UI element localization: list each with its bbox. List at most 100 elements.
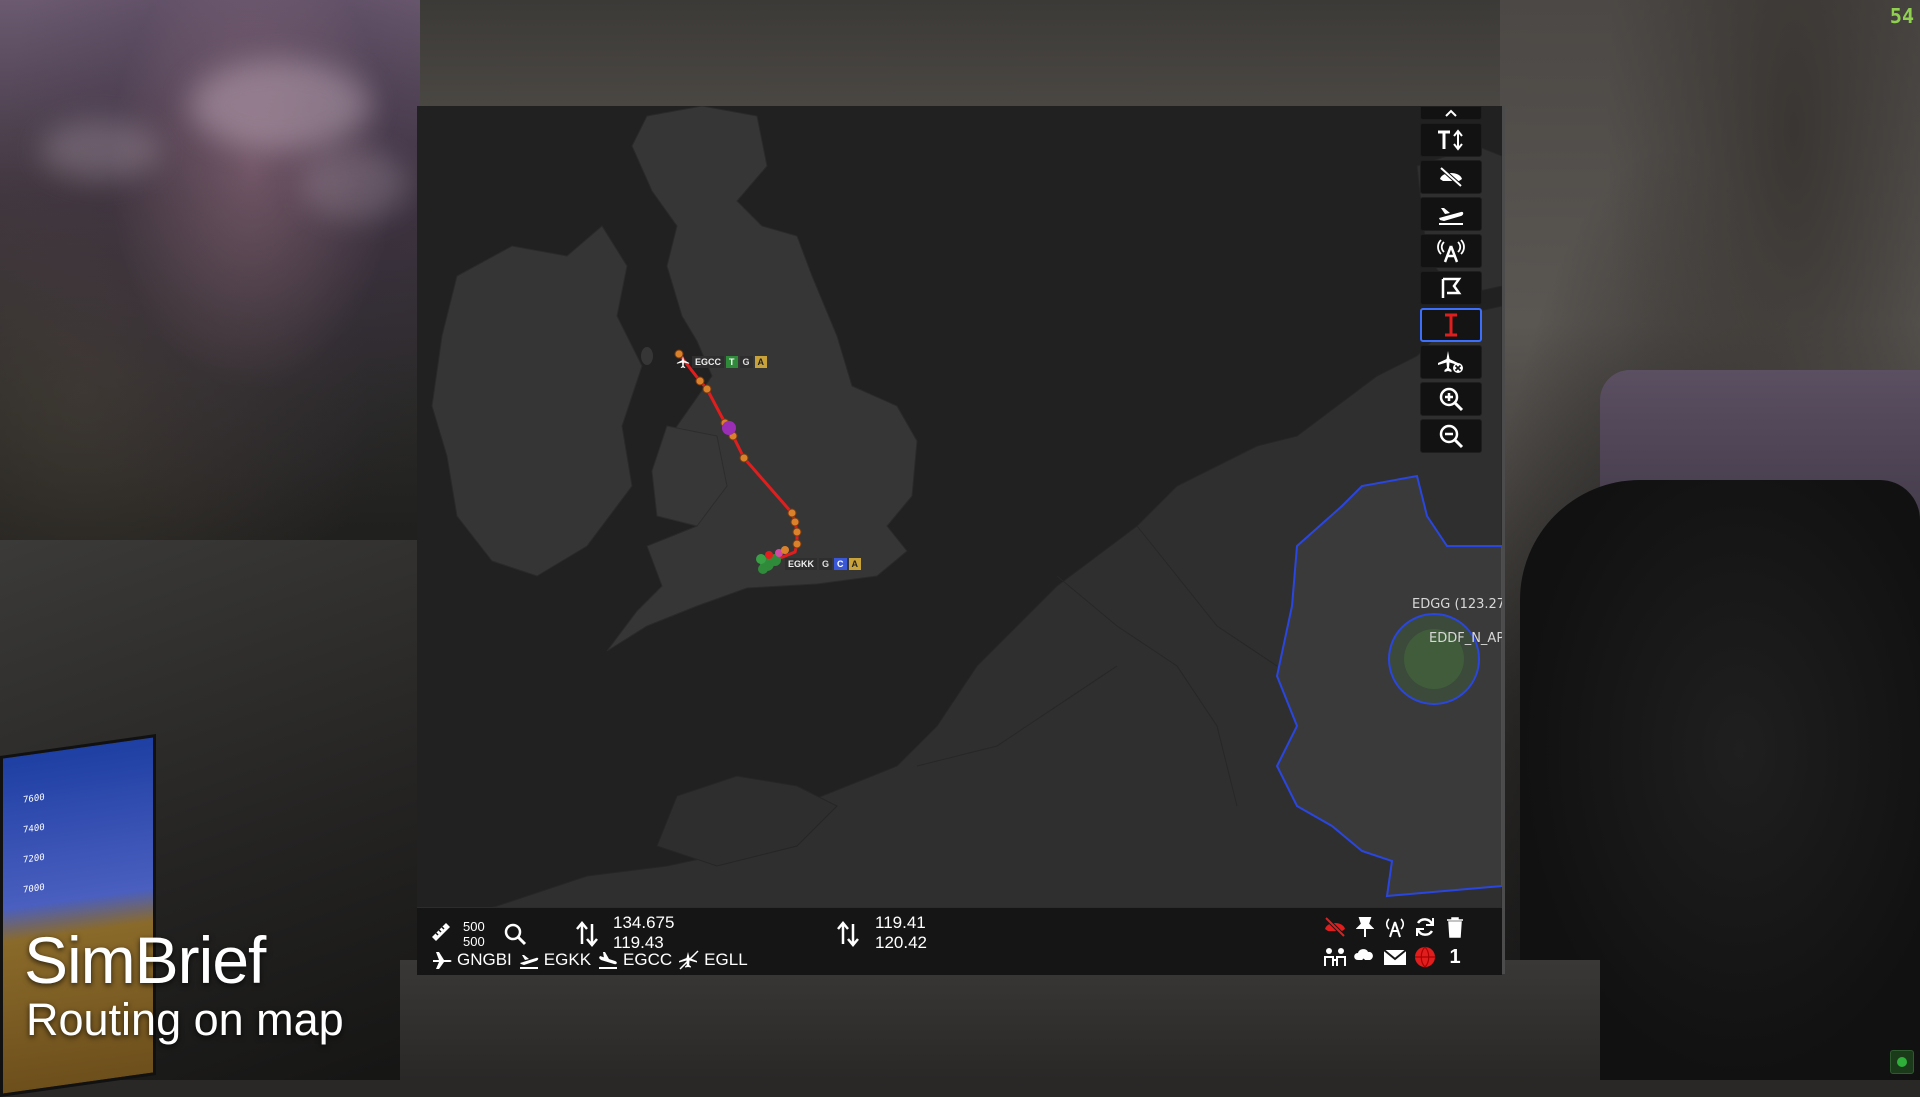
fir-label-edgg[interactable]: EDGG (123.27	[1412, 597, 1502, 612]
cloud	[300, 150, 410, 220]
range-bottom-value: 500	[463, 934, 485, 949]
airport-code: EGKK	[785, 558, 818, 570]
collapse-toolbar-button[interactable]	[1420, 106, 1482, 120]
text-cursor-tool-button[interactable]	[1420, 308, 1482, 342]
waypoint-marker	[790, 517, 800, 527]
text-cursor-icon	[1445, 313, 1457, 337]
fps-counter: 54	[1889, 4, 1914, 28]
com1-frequencies: 134.675 119.43	[613, 913, 674, 953]
users-icon	[1324, 948, 1346, 966]
globe-icon	[1415, 946, 1435, 968]
land-isle-of-man	[641, 347, 653, 365]
zoom-in-button[interactable]	[1420, 382, 1482, 416]
ruler-icon	[432, 923, 450, 941]
atc-tower-icon	[1385, 918, 1405, 938]
ground-badge: G	[739, 356, 753, 368]
atis-badge: A	[754, 356, 768, 368]
departure-airport-tag[interactable]: EGCC T G A	[676, 355, 768, 369]
status-indicator	[1890, 1050, 1914, 1074]
alternate-airport: EGLL	[704, 950, 748, 969]
callsign: GNGBI	[457, 950, 512, 969]
weather-button[interactable]	[1352, 946, 1378, 968]
callsign-segment[interactable]: GNGBI	[431, 950, 512, 970]
com2-active-frequency: 119.41	[875, 913, 926, 932]
refresh-button[interactable]	[1412, 916, 1438, 938]
map-canvas[interactable]	[417, 106, 1502, 974]
network-status[interactable]	[1412, 946, 1438, 968]
users-button[interactable]	[1322, 946, 1348, 968]
land-ireland	[431, 225, 643, 577]
status-action-icons: 1	[1322, 916, 1472, 968]
origin-segment[interactable]: EGKK	[518, 950, 591, 970]
waypoint-marker	[792, 527, 802, 537]
flight-route-summary: GNGBI EGKK EGCC EGLL	[431, 950, 748, 970]
ruler-tool[interactable]	[429, 920, 453, 944]
com1-active-frequency: 134.675	[613, 913, 675, 932]
plane-remove-icon	[1438, 351, 1463, 373]
messages-button[interactable]	[1382, 946, 1408, 968]
plane-arrival-icon	[599, 952, 618, 969]
plane-icon	[433, 952, 452, 969]
plane-departure-icon	[519, 955, 539, 969]
envelope-icon	[1383, 949, 1407, 965]
destination-airport: EGCC	[623, 950, 673, 969]
text-size-icon	[1438, 129, 1463, 151]
waypoint-marker	[792, 539, 802, 549]
tower-badge: T	[726, 356, 738, 368]
airport-code: EGCC	[692, 356, 725, 368]
waypoint-marker	[739, 453, 749, 463]
trash-icon	[1447, 917, 1463, 938]
pin-icon	[1356, 917, 1374, 937]
cloud	[190, 60, 370, 150]
zoom-out-button[interactable]	[1420, 419, 1482, 453]
search-icon	[504, 923, 527, 946]
zoom-in-icon	[1439, 387, 1464, 412]
ground-badge: G	[819, 558, 833, 570]
delete-button[interactable]	[1442, 916, 1468, 938]
swap-vertical-icon	[837, 921, 859, 947]
text-size-button[interactable]	[1420, 123, 1482, 157]
destination-segment[interactable]: EGCC	[597, 950, 672, 970]
origin-airport: EGKK	[543, 950, 592, 969]
plane-departure-icon	[1439, 208, 1464, 225]
search-button[interactable]	[503, 922, 527, 946]
traffic-off-icon	[1324, 916, 1346, 938]
com1-swap-button[interactable]	[574, 920, 600, 948]
map-status-bar: 500 500 134.675 119.43 119.41 120.42 GNG…	[417, 907, 1502, 975]
route-flag-icon	[1441, 277, 1462, 298]
swap-vertical-icon	[576, 921, 598, 947]
aircraft-position-marker	[722, 421, 736, 435]
atis-badge: A	[848, 558, 862, 570]
traffic-toggle-button[interactable]	[1322, 916, 1348, 938]
cloud-lightning-icon	[1354, 949, 1373, 968]
instrument-panel-edge	[400, 960, 1600, 1080]
caption-subtitle: Routing on map	[26, 994, 344, 1045]
map-toolbar	[1416, 106, 1486, 453]
alternate-segment[interactable]: EGLL	[678, 950, 748, 970]
refresh-icon	[1416, 918, 1434, 936]
com2-swap-button[interactable]	[835, 920, 861, 948]
waypoint-marker	[695, 376, 705, 386]
remove-aircraft-button[interactable]	[1420, 345, 1482, 379]
message-count: 1	[1449, 945, 1461, 968]
atc-tower-icon	[1437, 239, 1465, 263]
chevron-up-icon	[1445, 109, 1457, 117]
plane-icon	[676, 355, 690, 369]
clearance-badge: C	[834, 558, 847, 570]
range-top-value: 500	[463, 919, 485, 934]
flight-plan-button[interactable]	[1420, 271, 1482, 305]
hide-traffic-button[interactable]	[1420, 160, 1482, 194]
waypoint-marker	[787, 508, 797, 518]
plane-alternate-icon	[679, 950, 699, 970]
airport-departures-button[interactable]	[1420, 197, 1482, 231]
fir-label-eddf[interactable]: EDDF_N_AP	[1429, 631, 1502, 646]
arrival-airport-tag[interactable]: EGKK G C A	[785, 558, 862, 570]
com2-frequencies: 119.41 120.42	[875, 913, 927, 953]
map-panel[interactable]: EGCC T G A EGKK G C A EDGG (123.27 EDDF_…	[417, 106, 1505, 974]
cloud	[40, 120, 160, 180]
waypoint-marker	[702, 384, 712, 394]
atc-stations-button[interactable]	[1420, 234, 1482, 268]
atc-button[interactable]	[1382, 916, 1408, 938]
com2-standby-frequency: 120.42	[875, 933, 927, 952]
pin-button[interactable]	[1352, 916, 1378, 938]
